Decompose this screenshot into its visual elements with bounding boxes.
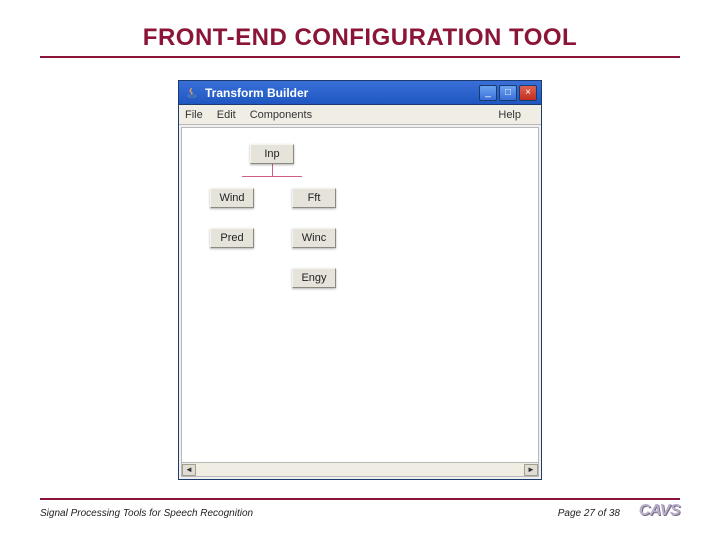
block-label: Wind — [219, 192, 244, 204]
title-underline — [40, 56, 680, 58]
wire-inp-h — [242, 176, 302, 177]
block-inp[interactable]: Inp — [250, 144, 294, 164]
block-fft[interactable]: Fft — [292, 188, 336, 208]
app-window: Transform Builder _ □ × File Edit Compon… — [178, 80, 542, 480]
canvas-wrap: Inp Wind Fft Pred Winc Engy ◄ ► — [181, 127, 539, 477]
minimize-button[interactable]: _ — [479, 85, 497, 101]
slide: FRONT-END CONFIGURATION TOOL Transform B… — [0, 0, 720, 540]
menu-edit[interactable]: Edit — [217, 109, 236, 121]
scroll-track[interactable] — [196, 464, 524, 476]
footer-line — [40, 498, 680, 500]
window-title: Transform Builder — [205, 86, 479, 100]
close-icon: × — [525, 88, 531, 98]
menubar: File Edit Components Help — [179, 105, 541, 125]
block-wind[interactable]: Wind — [210, 188, 254, 208]
block-label: Winc — [302, 232, 326, 244]
scroll-left-button[interactable]: ◄ — [182, 464, 196, 476]
block-engy[interactable]: Engy — [292, 268, 336, 288]
titlebar[interactable]: Transform Builder _ □ × — [179, 81, 541, 105]
footer-page: Page 27 of 38 — [558, 508, 620, 519]
block-label: Engy — [301, 272, 326, 284]
menu-file[interactable]: File — [185, 109, 203, 121]
chevron-right-icon: ► — [527, 466, 535, 474]
chevron-left-icon: ◄ — [185, 466, 193, 474]
scroll-right-button[interactable]: ► — [524, 464, 538, 476]
block-pred[interactable]: Pred — [210, 228, 254, 248]
menu-components[interactable]: Components — [250, 109, 312, 121]
block-label: Fft — [308, 192, 321, 204]
minimize-icon: _ — [485, 88, 491, 98]
footer-logo: CAVS — [639, 502, 680, 520]
footer-left: Signal Processing Tools for Speech Recog… — [40, 508, 253, 519]
block-winc[interactable]: Winc — [292, 228, 336, 248]
menu-help[interactable]: Help — [498, 109, 521, 121]
block-label: Inp — [264, 148, 279, 160]
window-buttons: _ □ × — [479, 85, 537, 101]
close-button[interactable]: × — [519, 85, 537, 101]
block-label: Pred — [220, 232, 243, 244]
maximize-button[interactable]: □ — [499, 85, 517, 101]
wire-inp-down — [272, 164, 273, 176]
slide-title: FRONT-END CONFIGURATION TOOL — [0, 24, 720, 52]
horizontal-scrollbar[interactable]: ◄ ► — [182, 462, 538, 476]
java-icon — [185, 86, 199, 100]
canvas[interactable]: Inp Wind Fft Pred Winc Engy — [182, 128, 538, 462]
maximize-icon: □ — [505, 88, 511, 98]
